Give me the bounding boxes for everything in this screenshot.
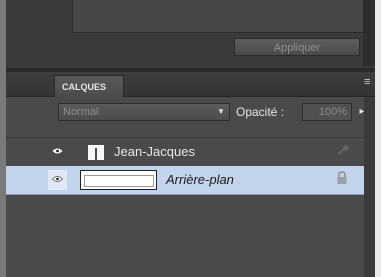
layers-list-empty-area [6, 195, 375, 277]
layers-panel: CALQUES ≡ Normal ▼ Opacité : 100% ▸ Jean… [6, 72, 375, 277]
link-icon [337, 145, 349, 155]
layer-row-jean-jacques[interactable]: Jean-Jacques [6, 137, 375, 167]
layer-row-background[interactable]: Arrière-plan [6, 166, 375, 195]
eye-icon [52, 148, 63, 154]
layers-toolbar: Normal ▼ Opacité : 100% ▸ [6, 97, 375, 123]
blend-mode-select[interactable]: Normal ▼ [58, 103, 230, 121]
layer-name: Arrière-plan [166, 172, 234, 187]
layers-scrollbar[interactable] [364, 97, 375, 277]
eye-icon [52, 176, 63, 182]
upper-scrollbar[interactable] [363, 0, 375, 66]
lock-icon [337, 171, 347, 184]
layer-name: Jean-Jacques [114, 144, 195, 159]
tab-layers[interactable]: CALQUES [54, 75, 124, 97]
upper-panel-area [72, 0, 374, 33]
panel-menu-icon[interactable]: ≡ [364, 75, 375, 89]
visibility-toggle[interactable] [48, 170, 67, 190]
blend-mode-value: Normal [63, 106, 99, 118]
layer-thumbnail [88, 145, 104, 160]
right-edge [375, 0, 381, 277]
upper-panel: Appliquer [6, 0, 375, 70]
visibility-toggle[interactable] [48, 142, 67, 162]
layers-tab-bar: CALQUES ≡ [6, 72, 375, 97]
opacity-label: Opacité : [236, 105, 285, 119]
apply-button[interactable]: Appliquer [234, 38, 360, 56]
layer-thumbnail [80, 170, 157, 190]
opacity-input[interactable]: 100% [302, 103, 352, 121]
chevron-down-icon: ▼ [217, 107, 225, 116]
